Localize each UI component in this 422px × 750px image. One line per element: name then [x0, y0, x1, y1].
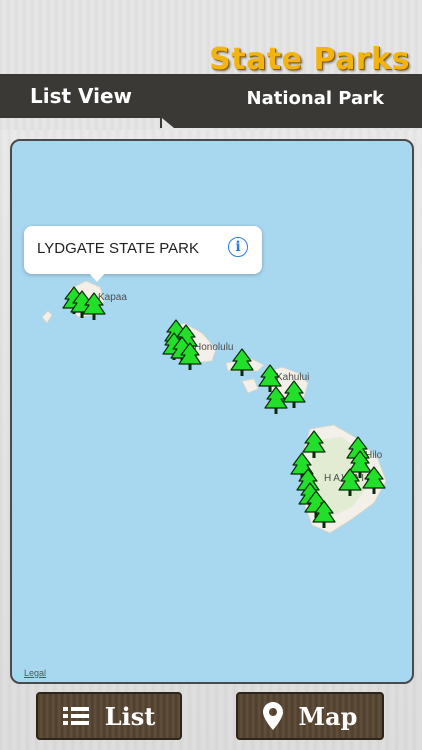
callout-park-name: LYDGATE STATE PARK: [37, 240, 199, 257]
place-label-hilo: Hilo: [365, 450, 383, 461]
list-button[interactable]: List: [36, 692, 182, 740]
place-label-hawaii: HAWAII: [324, 473, 371, 484]
map-islands: [41, 280, 387, 534]
legal-link[interactable]: Legal: [24, 668, 46, 678]
place-label-kapaa: Kapaa: [98, 292, 127, 303]
map-button-label: Map: [298, 701, 358, 731]
header: State Parks National Park List View: [0, 0, 422, 130]
place-label-honolulu: Honolulu: [194, 342, 234, 353]
page-subtitle: National Park: [246, 88, 384, 109]
list-view-tab[interactable]: List View: [0, 74, 162, 118]
list-icon: [62, 706, 89, 726]
location-pin-icon: [262, 702, 283, 730]
list-button-label: List: [104, 701, 156, 731]
callout-tail: [88, 272, 106, 282]
map-button[interactable]: Map: [236, 692, 384, 740]
park-callout[interactable]: LYDGATE STATE PARK i: [24, 226, 262, 274]
place-label-kahului: Kahului: [276, 372, 310, 383]
info-icon[interactable]: i: [228, 237, 248, 257]
page-title: State Parks: [209, 42, 410, 77]
header-tab-slant: [162, 118, 210, 130]
map-view[interactable]: Kapaa Honolulu Kahului Hilo HAWAII Legal: [10, 139, 414, 684]
